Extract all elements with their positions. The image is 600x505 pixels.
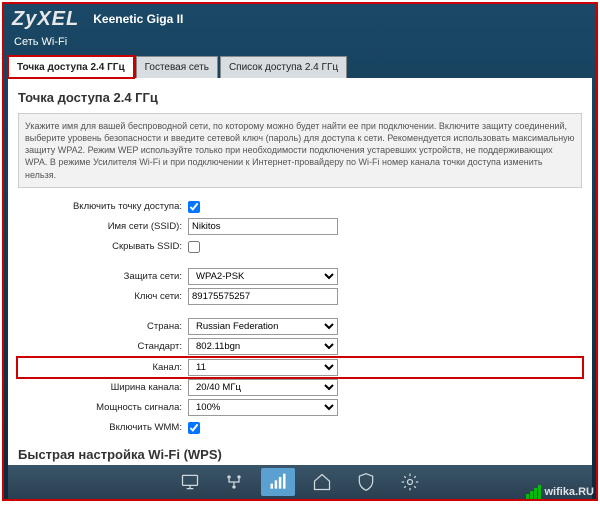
brand-logo: ZyXEL [12,8,79,31]
dock-network-icon[interactable] [217,468,251,496]
tab-access-point[interactable]: Точка доступа 2.4 ГГц [8,56,134,78]
signal-bars-icon [526,485,541,499]
hide-ssid-label: Скрывать SSID: [18,241,188,252]
section-title: Сеть Wi-Fi [4,34,596,54]
device-model: Keenetic Giga II [93,12,183,26]
tabs: Точка доступа 2.4 ГГц Гостевая сеть Спис… [8,56,596,78]
wmm-label: Включить WMM: [18,422,188,433]
main-panel: Точка доступа 2.4 ГГц Укажите имя для ва… [8,78,592,468]
dock-home-icon[interactable] [305,468,339,496]
watermark-text: wifika.RU [544,486,594,498]
country-select[interactable]: Russian Federation [188,318,338,335]
security-select[interactable]: WPA2-PSK [188,268,338,285]
standard-label: Стандарт: [18,341,188,352]
wmm-checkbox[interactable] [188,422,200,434]
dock-wifi-icon[interactable] [261,468,295,496]
wps-heading: Быстрая настройка Wi-Fi (WPS) [18,447,582,462]
power-label: Мощность сигнала: [18,402,188,413]
power-select[interactable]: 100% [188,399,338,416]
key-input[interactable] [188,288,338,305]
dock-settings-icon[interactable] [393,468,427,496]
header: ZyXEL Keenetic Giga II [4,4,596,34]
bottom-dock [8,465,592,499]
security-label: Защита сети: [18,271,188,282]
country-label: Страна: [18,321,188,332]
width-select[interactable]: 20/40 МГц [188,379,338,396]
channel-select[interactable]: 11 [188,359,338,376]
tab-access-list[interactable]: Список доступа 2.4 ГГц [220,56,347,78]
key-label: Ключ сети: [18,291,188,302]
width-label: Ширина канала: [18,382,188,393]
tab-guest-network[interactable]: Гостевая сеть [136,56,218,78]
enable-ap-checkbox[interactable] [188,201,200,213]
enable-ap-label: Включить точку доступа: [18,201,188,212]
ssid-label: Имя сети (SSID): [18,221,188,232]
dock-monitor-icon[interactable] [173,468,207,496]
dock-shield-icon[interactable] [349,468,383,496]
description-box: Укажите имя для вашей беспроводной сети,… [18,113,582,188]
standard-select[interactable]: 802.11bgn [188,338,338,355]
page-heading: Точка доступа 2.4 ГГц [18,90,582,105]
watermark: wifika.RU [526,485,594,499]
channel-label: Канал: [18,362,188,373]
hide-ssid-checkbox[interactable] [188,241,200,253]
ssid-input[interactable] [188,218,338,235]
